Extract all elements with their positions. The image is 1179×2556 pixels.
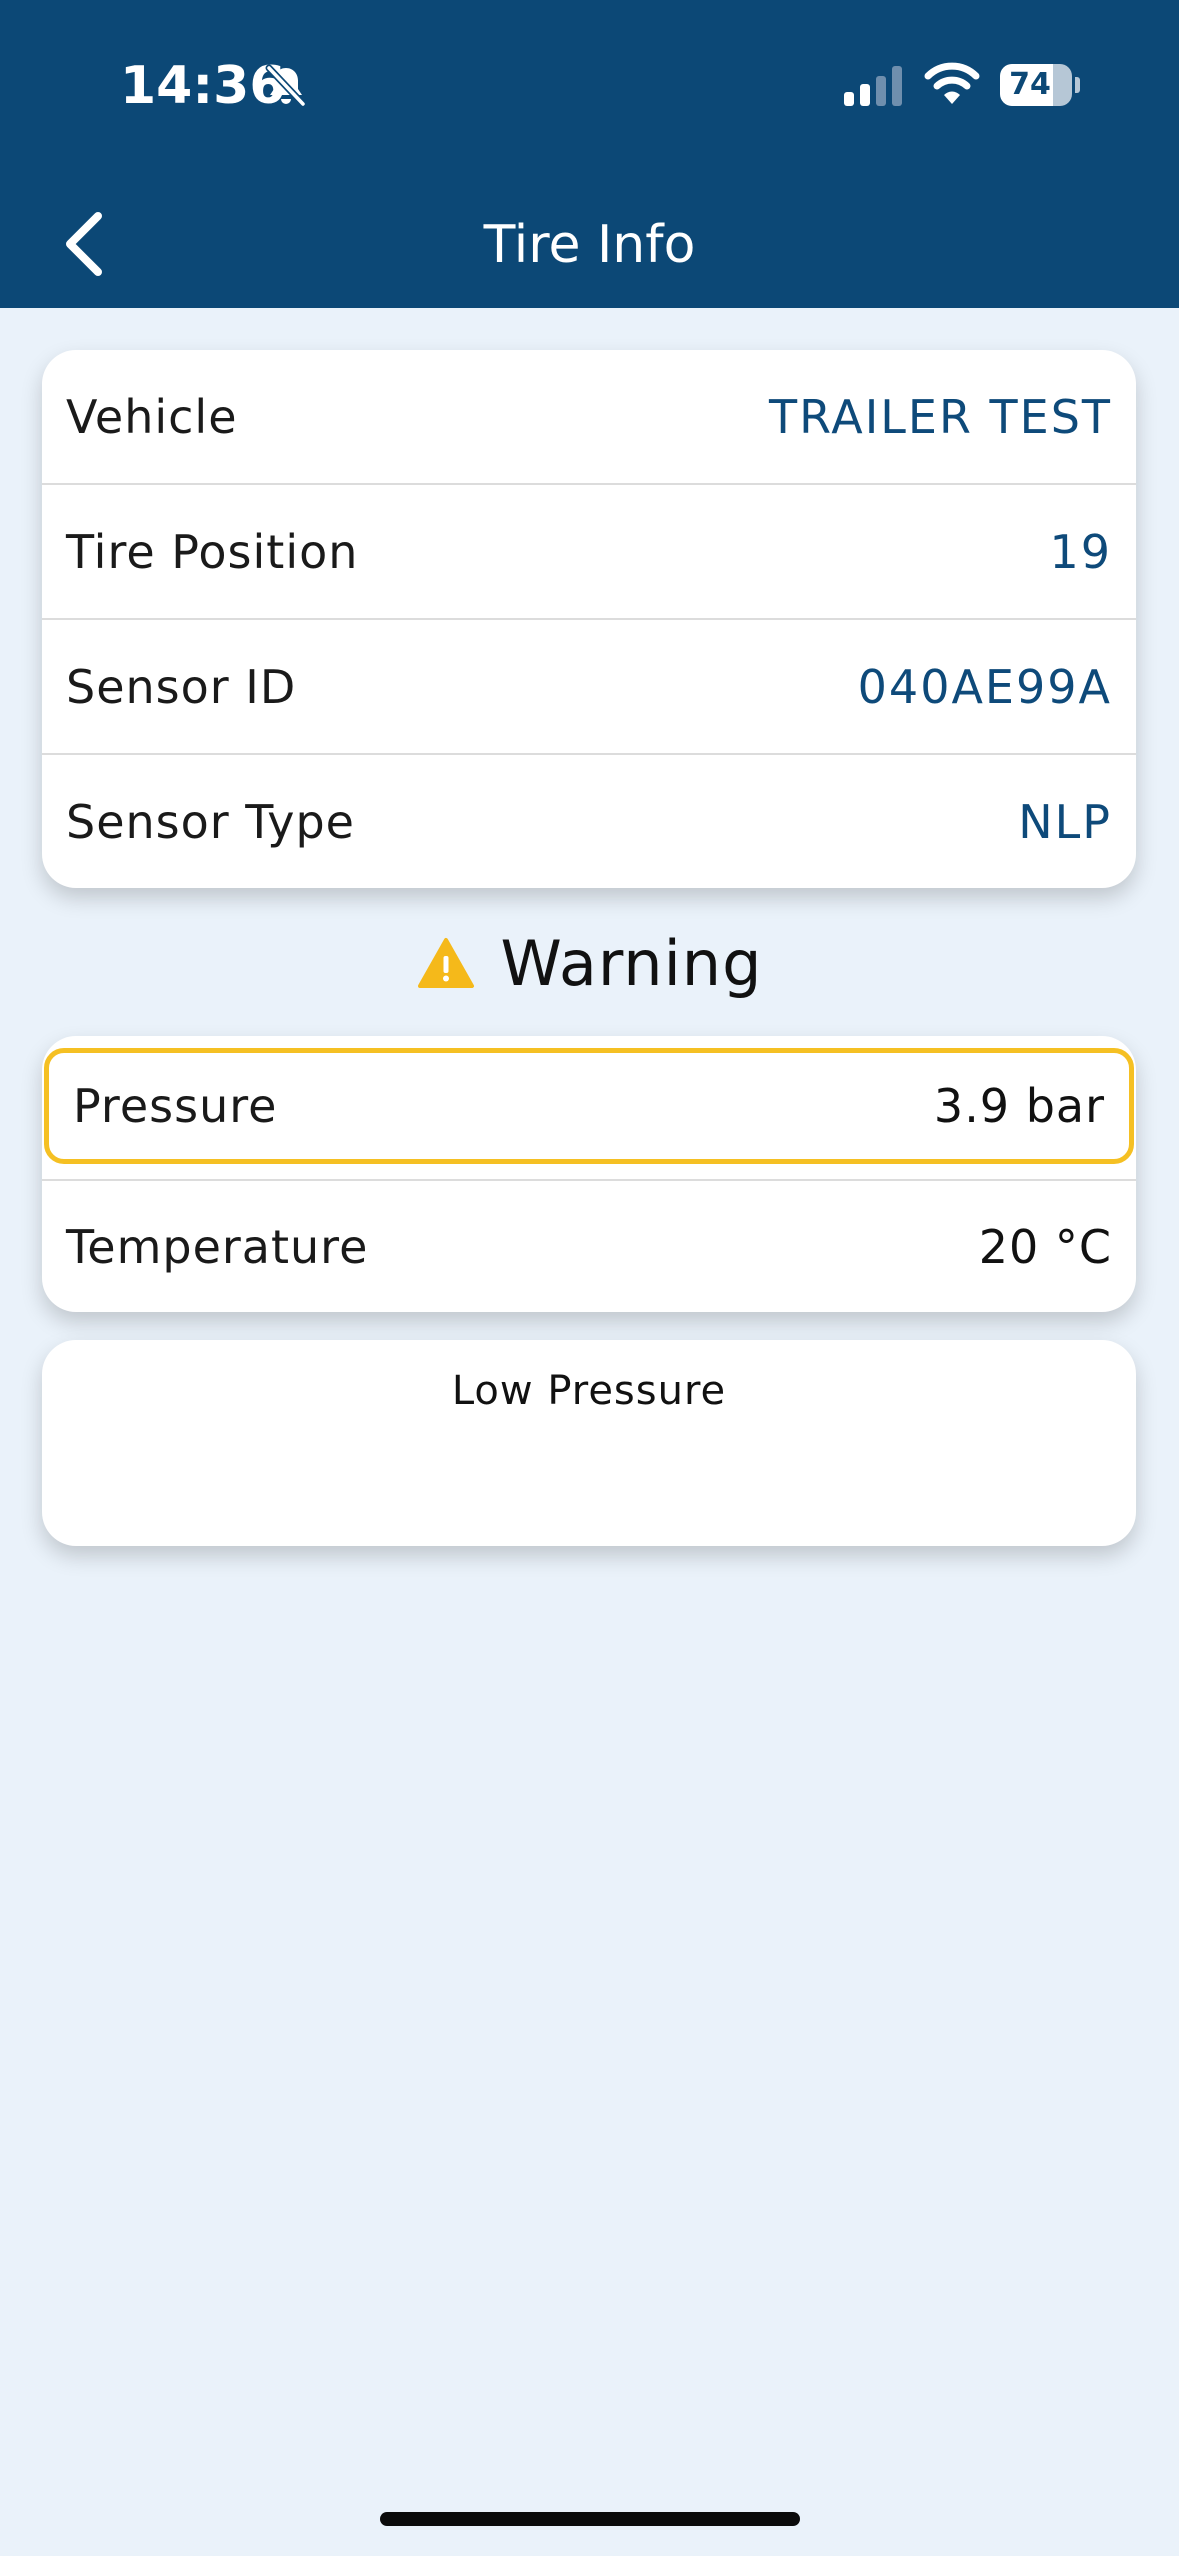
sensor-type-label: Sensor Type [66, 794, 355, 849]
vehicle-row: Vehicle TRAILER TEST [42, 350, 1136, 484]
temperature-value: 20 °C [978, 1219, 1112, 1274]
warning-label: Warning [500, 926, 763, 1000]
battery-tip [1075, 77, 1080, 93]
vehicle-value: TRAILER TEST [769, 390, 1112, 444]
sensor-type-row: Sensor Type NLP [42, 755, 1136, 888]
bell-muted-icon [265, 64, 307, 108]
alert-message: Low Pressure [451, 1368, 727, 1414]
pressure-value: 3.9 bar [933, 1079, 1105, 1133]
battery-icon: 74 [1000, 64, 1072, 106]
tire-position-label: Tire Position [66, 525, 359, 579]
status-time: 14:36 [120, 56, 286, 116]
page-title: Tire Info [483, 215, 696, 275]
readings-card: Pressure 3.9 bar Temperature 20 °C [42, 1036, 1136, 1312]
sensor-id-label: Sensor ID [66, 660, 297, 714]
sensor-type-value: NLP [1018, 794, 1112, 849]
pressure-row: Pressure 3.9 bar [44, 1048, 1134, 1164]
temperature-row: Temperature 20 °C [42, 1181, 1136, 1312]
tire-position-row: Tire Position 19 [42, 485, 1136, 619]
vehicle-label: Vehicle [66, 390, 238, 444]
app-header: 14:36 74 Tire Info [0, 0, 1179, 308]
cellular-signal-icon [844, 66, 902, 106]
tire-position-value: 19 [1049, 525, 1112, 579]
pressure-label: Pressure [73, 1079, 278, 1133]
wifi-icon [924, 62, 980, 104]
sensor-id-row: Sensor ID 040AE99A [42, 620, 1136, 754]
battery-indicator: 74 [1000, 64, 1080, 106]
battery-percentage: 74 [1009, 67, 1051, 102]
tire-info-card: Vehicle TRAILER TEST Tire Position 19 Se… [42, 350, 1136, 888]
home-indicator[interactable] [380, 2512, 800, 2526]
warning-status: Warning [0, 918, 1179, 1008]
warning-triangle-icon [417, 938, 474, 988]
alert-card: Low Pressure [42, 1340, 1136, 1546]
sensor-id-value: 040AE99A [857, 660, 1112, 714]
temperature-label: Temperature [66, 1219, 369, 1274]
